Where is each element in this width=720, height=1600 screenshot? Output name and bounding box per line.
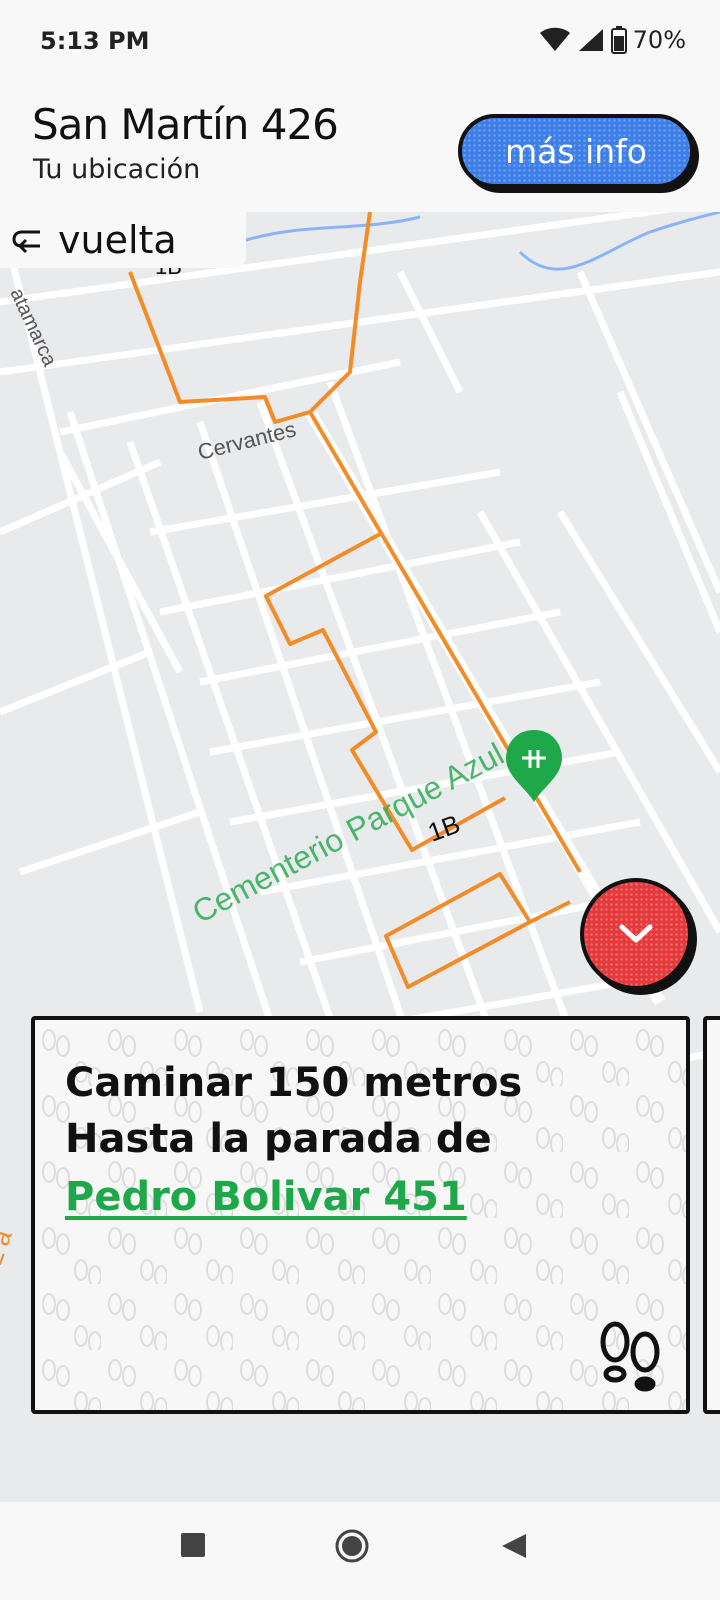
battery-icon bbox=[610, 26, 627, 54]
status-bar: 5:13 PM 70% bbox=[0, 0, 720, 84]
home-icon[interactable] bbox=[334, 1528, 370, 1564]
recents-icon[interactable] bbox=[180, 1532, 206, 1558]
next-card[interactable] bbox=[703, 1016, 720, 1414]
back-icon[interactable] bbox=[500, 1532, 528, 1560]
return-arrow-icon bbox=[12, 230, 40, 254]
signal-icon bbox=[578, 29, 603, 51]
screen: atamarca Cervantes Cementerio Parque Azu… bbox=[0, 0, 720, 1600]
direction-label: vuelta bbox=[58, 218, 177, 262]
footsteps-icon bbox=[600, 1321, 660, 1392]
cemetery-pin-icon[interactable] bbox=[506, 730, 562, 802]
walk-distance: Caminar 150 metros bbox=[65, 1060, 523, 1106]
location-title: San Martín 426 bbox=[32, 100, 339, 149]
battery-percent: 70% bbox=[632, 26, 686, 54]
walk-instruction-card[interactable]: Caminar 150 metros Hasta la parada de Pe… bbox=[31, 1016, 690, 1414]
stop-link[interactable]: Pedro Bolivar 451 bbox=[65, 1174, 467, 1220]
status-icons: 70% bbox=[539, 26, 686, 54]
collapse-button[interactable] bbox=[580, 878, 692, 990]
header: San Martín 426 Tu ubicación más info bbox=[0, 84, 720, 212]
direction-toggle[interactable]: vuelta bbox=[0, 212, 246, 268]
status-time: 5:13 PM bbox=[40, 27, 150, 55]
wifi-icon bbox=[539, 27, 570, 51]
chevron-down-icon bbox=[619, 924, 653, 943]
location-subtitle: Tu ubicación bbox=[33, 154, 201, 185]
more-info-button[interactable]: más info bbox=[458, 114, 694, 188]
navigation-bar bbox=[0, 1502, 720, 1600]
map-label-edge: L a bbox=[0, 1225, 18, 1269]
walk-destination-label: Hasta la parada de bbox=[65, 1116, 492, 1162]
